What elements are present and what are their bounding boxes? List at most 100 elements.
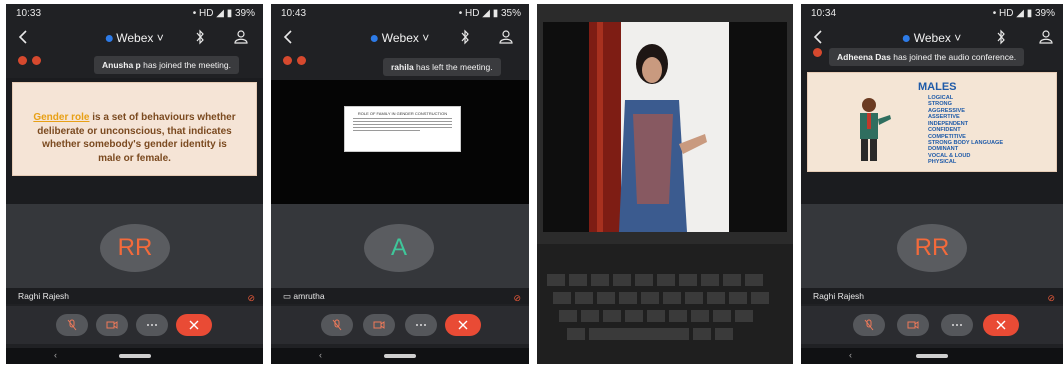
close-icon (458, 320, 468, 330)
slide-title: MALES (918, 81, 957, 93)
call-controls (6, 306, 263, 344)
close-icon (189, 320, 199, 330)
muted-icon: ⊘ (1047, 293, 1055, 303)
status-time: 10:43 (281, 8, 307, 19)
status-bar: 10:33 • HD ◢ ▮ 39% (6, 4, 263, 24)
shared-content-area: MALES LOGICAL STRONG AGGRESSIVE ASSERTIVE IN… (801, 70, 1063, 204)
screen-share-icon: ▭ (283, 291, 294, 301)
back-arrow-icon[interactable] (813, 30, 823, 44)
mute-button[interactable] (321, 314, 353, 336)
camera-icon (106, 321, 118, 329)
video-button[interactable] (897, 314, 929, 336)
notification-toast: Anusha p has joined the meeting. (94, 56, 239, 74)
end-call-button[interactable] (176, 314, 212, 336)
participant-avatar: RR (897, 224, 967, 272)
status-indicators: • HD ◢ ▮ 39% (192, 8, 255, 19)
app-title[interactable]: Webex ˅ (105, 31, 164, 45)
shared-slide: MALES LOGICAL STRONG AGGRESSIVE ASSERTIVE IN… (807, 72, 1057, 172)
nav-back-icon[interactable]: ‹ (54, 350, 57, 360)
text-line (353, 121, 452, 122)
video-button[interactable] (96, 314, 128, 336)
mute-button[interactable] (56, 314, 88, 336)
status-bar: 10:34 • HD ◢ ▮ 39% (801, 4, 1063, 24)
meeting-header: Webex ˅ (271, 24, 529, 52)
status-indicators: • HD ◢ ▮ 39% (992, 8, 1055, 19)
businessman-illustration (860, 98, 891, 161)
recording-icon (813, 48, 822, 57)
participants-icon[interactable] (234, 30, 250, 44)
participant-name: amrutha (293, 291, 325, 301)
recording-icon (18, 56, 27, 65)
notification-toast: rahila has left the meeting. (383, 58, 501, 76)
traits-list: LOGICAL STRONG AGGRESSIVE ASSERTIVE INDEPEND… (928, 95, 1003, 166)
close-icon (996, 320, 1006, 330)
more-options-button[interactable] (136, 314, 168, 336)
lock-icon (297, 56, 306, 65)
shared-document: ROLE OF FAMILY IN GENDER CONSTRUCTION (344, 106, 461, 152)
laptop-photo-image (537, 4, 793, 364)
microphone-icon (864, 319, 874, 331)
app-title[interactable]: Webex ˅ (902, 31, 961, 45)
more-options-button[interactable] (941, 314, 973, 336)
microphone-icon (332, 319, 342, 331)
text-line (353, 118, 452, 119)
phone-screenshot-3: 10:34 • HD ◢ ▮ 39% Webex ˅ Adheena Das h… (801, 4, 1063, 364)
app-title[interactable]: Webex ˅ (370, 31, 429, 45)
participant-name: Raghi Rajesh (813, 291, 865, 301)
home-pill[interactable] (916, 354, 948, 358)
bluetooth-icon[interactable] (194, 29, 206, 45)
shared-content-area: Gender role is a set of behaviours wheth… (6, 78, 263, 204)
webex-logo-icon (105, 35, 113, 43)
end-call-button[interactable] (983, 314, 1019, 336)
participant-avatar: A (364, 224, 434, 272)
bluetooth-icon[interactable] (459, 29, 471, 45)
webex-logo-icon (902, 35, 910, 43)
status-time: 10:33 (16, 8, 42, 19)
phone-screenshot-1: 10:33 • HD ◢ ▮ 39% Webex ˅ Anusha p has … (6, 4, 263, 364)
text-line (353, 124, 452, 125)
shared-content-area: ROLE OF FAMILY IN GENDER CONSTRUCTION (271, 80, 529, 204)
webex-logo-icon (370, 35, 378, 43)
more-icon (147, 324, 157, 326)
home-pill[interactable] (384, 354, 416, 358)
nav-back-icon[interactable]: ‹ (319, 350, 322, 360)
android-nav-bar: ‹ (271, 348, 529, 364)
more-icon (416, 324, 426, 326)
camera-icon (907, 321, 919, 329)
status-bar: 10:43 • HD ◢ ▮ 35% (271, 4, 529, 24)
participants-icon[interactable] (499, 30, 515, 44)
meeting-header: Webex ˅ (6, 24, 263, 52)
end-call-button[interactable] (445, 314, 481, 336)
slide-text: Gender role is a set of behaviours wheth… (33, 112, 236, 164)
android-nav-bar: ‹ (801, 348, 1063, 364)
mute-button[interactable] (853, 314, 885, 336)
participants-icon[interactable] (1039, 30, 1055, 44)
muted-icon: ⊘ (513, 293, 521, 303)
nav-back-icon[interactable]: ‹ (849, 350, 852, 360)
more-options-button[interactable] (405, 314, 437, 336)
bluetooth-icon[interactable] (995, 29, 1007, 45)
call-controls (801, 306, 1063, 344)
text-line (353, 130, 420, 131)
lock-icon (32, 56, 41, 65)
back-arrow-icon[interactable] (283, 30, 293, 44)
text-line (353, 127, 452, 128)
call-controls (271, 306, 529, 344)
back-arrow-icon[interactable] (18, 30, 28, 44)
android-nav-bar: ‹ (6, 348, 263, 364)
microphone-icon (67, 319, 77, 331)
shared-slide: Gender role is a set of behaviours wheth… (12, 82, 257, 176)
participant-name-bar: Raghi Rajesh ⊘ (6, 288, 263, 304)
trait-item: PHYSICAL (928, 159, 957, 166)
video-tile: RR (6, 204, 263, 292)
document-title: ROLE OF FAMILY IN GENDER CONSTRUCTION (357, 111, 448, 116)
home-pill[interactable] (118, 354, 151, 358)
video-tile: RR (801, 204, 1063, 292)
more-icon (952, 324, 962, 326)
participant-name-bar: Raghi Rajesh ⊘ (801, 288, 1063, 304)
participant-name-bar: ▭ amrutha ⊘ (271, 288, 529, 304)
status-time: 10:34 (811, 8, 837, 19)
participant-avatar: RR (100, 224, 170, 272)
video-button[interactable] (363, 314, 395, 336)
recording-icon (283, 56, 292, 65)
